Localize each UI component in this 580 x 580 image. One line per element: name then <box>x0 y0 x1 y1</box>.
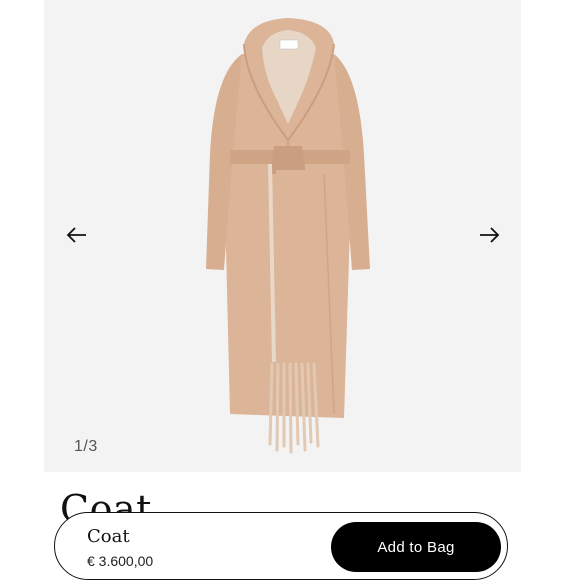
bar-product-price: € 3.600,00 <box>87 553 154 569</box>
image-gallery[interactable]: 1/3 <box>44 0 521 472</box>
arrow-right-icon <box>480 227 500 243</box>
product-page: 1/3 Coat Coat € 3.600,00 Add to Bag <box>0 0 580 580</box>
image-counter: 1/3 <box>74 438 98 455</box>
next-image-button[interactable] <box>476 222 502 248</box>
coat-product-image <box>206 18 370 454</box>
add-to-bag-button[interactable]: Add to Bag <box>331 522 501 572</box>
sticky-add-to-bag-bar: Coat € 3.600,00 Add to Bag <box>54 512 508 580</box>
bar-product-name: Coat <box>87 526 130 547</box>
arrow-left-icon <box>66 227 86 243</box>
previous-image-button[interactable] <box>64 222 90 248</box>
